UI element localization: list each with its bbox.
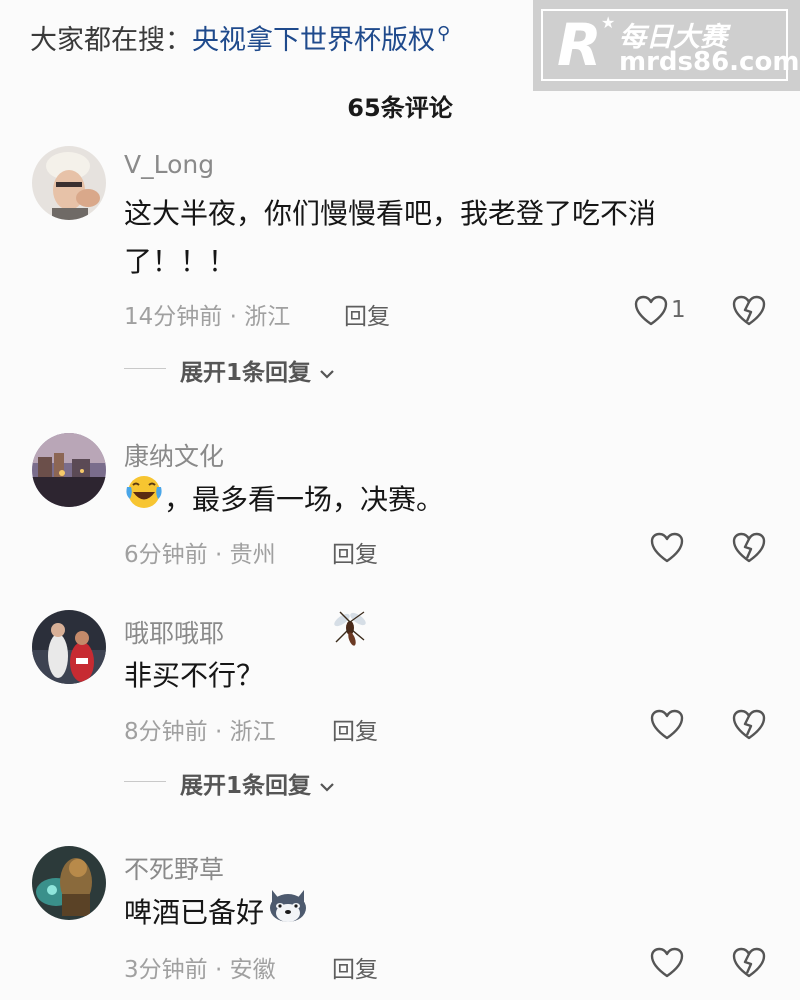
laughing-tears-emoji <box>124 471 164 526</box>
comment-username[interactable]: 康纳文化 <box>124 437 224 473</box>
expand-replies-label: 展开1条回复 <box>180 360 312 386</box>
watermark: R ★ 每日大赛 mrds86.com <box>533 0 800 91</box>
star-icon: ★ <box>601 13 616 32</box>
comment-text-line: 啤酒已备好 <box>124 896 265 929</box>
search-icon: ⚲ <box>437 23 451 44</box>
meta-separator: · <box>207 957 230 983</box>
broken-heart-icon[interactable] <box>732 947 766 979</box>
avatar-image <box>32 846 106 920</box>
comment-text-line: 了！！！ <box>124 245 237 278</box>
comment-location: 浙江 <box>244 304 291 330</box>
search-suggestion[interactable]: 大家都在搜：央视拿下世界杯版权 ⚲ <box>30 18 450 57</box>
comment-location: 浙江 <box>229 719 276 745</box>
mosquito-icon <box>330 608 372 652</box>
heart-icon[interactable] <box>650 947 684 979</box>
comment-location: 贵州 <box>229 542 276 568</box>
like-count: 1 <box>671 297 686 323</box>
avatar[interactable] <box>32 610 106 684</box>
comment-time: 14分钟前 <box>124 304 223 330</box>
expand-replies-button[interactable]: 展开1条回复 <box>180 353 335 387</box>
avatar[interactable] <box>32 146 106 220</box>
broken-heart-icon[interactable] <box>732 295 766 327</box>
comment-text-line: 这大半夜，你们慢慢看吧，我老登了吃不消 <box>124 197 657 230</box>
comment-time: 8分钟前 <box>124 719 208 745</box>
heart-icon[interactable] <box>650 709 684 741</box>
broken-heart-icon[interactable] <box>732 709 766 741</box>
comment-time: 6分钟前 <box>124 542 208 568</box>
avatar-image <box>32 146 106 220</box>
avatar[interactable] <box>32 846 106 920</box>
comment-meta: 3分钟前 · 安徽 <box>124 950 276 984</box>
comment-text-line: ，最多看一场，决赛。 <box>164 483 445 516</box>
comment-meta: 14分钟前 · 浙江 <box>124 297 290 331</box>
reply-button[interactable]: 回复 <box>332 950 378 984</box>
search-suggestion-term[interactable]: 央视拿下世界杯版权 <box>192 25 435 56</box>
reply-button[interactable]: 回复 <box>332 535 378 569</box>
meta-separator: · <box>207 542 230 568</box>
heart-icon[interactable] <box>634 295 668 327</box>
watermark-url: mrds86.com <box>619 47 800 77</box>
comment-username[interactable]: V_Long <box>124 150 214 179</box>
expand-replies-button[interactable]: 展开1条回复 <box>180 766 335 800</box>
meta-separator: · <box>222 304 245 330</box>
chevron-down-icon <box>319 773 335 799</box>
comment-meta: 6分钟前 · 贵州 <box>124 535 276 569</box>
comment-meta: 8分钟前 · 浙江 <box>124 712 276 746</box>
comment-count-title: 65条评论 <box>347 94 453 122</box>
comment-text: 啤酒已备好 <box>124 889 310 939</box>
expand-divider <box>124 781 166 782</box>
comment-username[interactable]: 哦耶哦耶 <box>124 614 224 650</box>
reply-button[interactable]: 回复 <box>332 712 378 746</box>
comment-time: 3分钟前 <box>124 957 208 983</box>
heart-icon[interactable] <box>650 532 684 564</box>
husky-emoji <box>266 884 310 939</box>
comment-username[interactable]: 不死野草 <box>124 850 224 886</box>
comment-text: 非买不行？ <box>124 659 265 692</box>
meta-separator: · <box>207 719 230 745</box>
expand-divider <box>124 368 166 369</box>
comment-location: 安徽 <box>229 957 276 983</box>
reply-button[interactable]: 回复 <box>344 297 390 331</box>
search-suggestion-prefix: 大家都在搜： <box>30 25 192 56</box>
comment-text: 这大半夜，你们慢慢看吧，我老登了吃不消 了！！！ <box>124 190 744 286</box>
expand-replies-label: 展开1条回复 <box>180 773 312 799</box>
avatar-image <box>32 433 106 507</box>
chevron-down-icon <box>319 360 335 386</box>
avatar-image <box>32 610 106 684</box>
comment-text: ，最多看一场，决赛。 <box>124 475 445 526</box>
watermark-frame: R ★ 每日大赛 mrds86.com <box>541 9 799 81</box>
broken-heart-icon[interactable] <box>732 532 766 564</box>
avatar[interactable] <box>32 433 106 507</box>
